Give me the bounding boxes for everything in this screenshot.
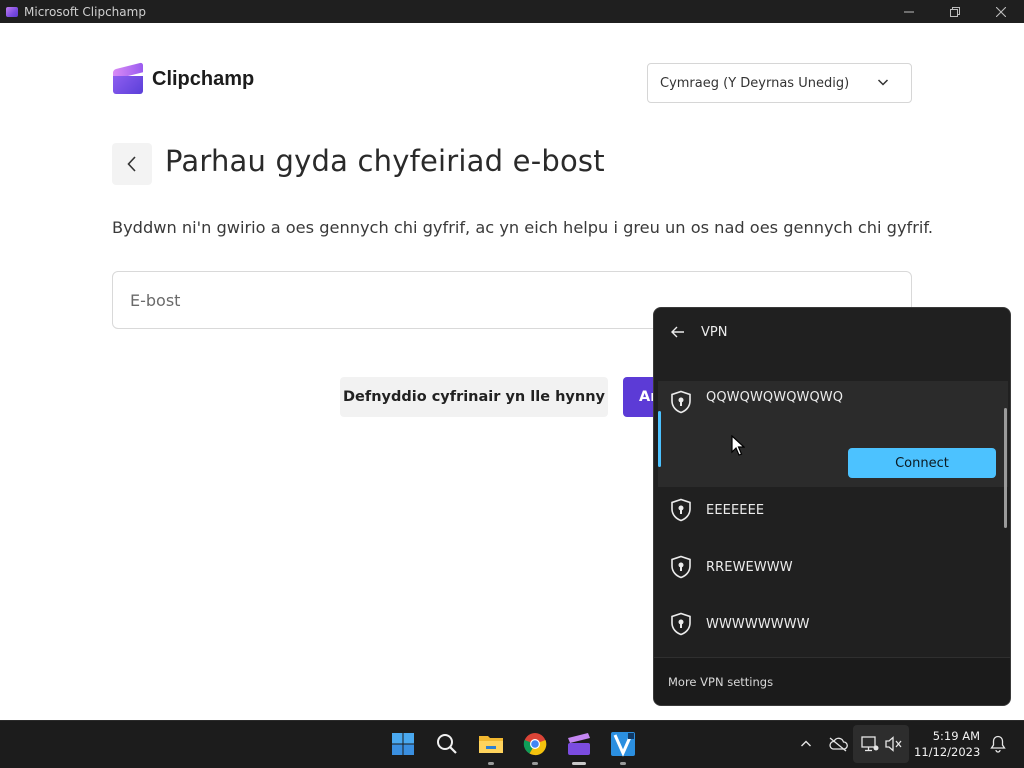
chevron-up-icon <box>801 740 811 747</box>
vpn-scrollbar[interactable] <box>1004 408 1007 528</box>
vpn-shield-icon <box>671 555 691 579</box>
vpn-shield-icon <box>671 498 691 522</box>
vpn-shield-icon <box>671 612 691 636</box>
close-icon <box>996 6 1006 17</box>
minimize-icon <box>904 11 914 12</box>
close-button[interactable] <box>978 0 1024 23</box>
quick-settings-button[interactable] <box>853 725 909 763</box>
file-explorer-button[interactable] <box>476 729 506 765</box>
clipchamp-app-icon <box>6 6 18 17</box>
restore-icon <box>950 6 960 17</box>
chevron-down-icon <box>877 79 889 86</box>
vpn-connection-item[interactable]: EEEEEEE <box>658 483 1008 537</box>
chevron-left-icon <box>127 156 136 172</box>
chrome-icon <box>523 733 547 756</box>
search-icon <box>437 734 457 754</box>
more-vpn-settings-link[interactable]: More VPN settings <box>668 675 773 689</box>
volume-muted-icon <box>885 736 902 752</box>
chrome-button[interactable] <box>520 729 550 765</box>
show-hidden-icons-button[interactable] <box>796 734 816 754</box>
mouse-cursor-icon <box>731 435 745 456</box>
start-button[interactable] <box>388 729 418 759</box>
movie-maker-icon <box>611 732 635 757</box>
vpn-header: VPN <box>654 308 1010 356</box>
use-password-button[interactable]: Defnyddio cyfrinair yn lle hynny <box>340 377 608 417</box>
clapperboard-icon <box>113 62 143 94</box>
language-selected: Cymraeg (Y Deyrnas Unedig) <box>660 75 850 91</box>
window-title: Microsoft Clipchamp <box>24 4 146 19</box>
vpn-shield-icon <box>671 390 691 414</box>
clipchamp-icon <box>568 733 590 755</box>
clock-date: 11/12/2023 <box>914 745 981 759</box>
back-button[interactable] <box>112 143 152 185</box>
video-editor-button[interactable] <box>608 729 638 765</box>
network-icon <box>861 736 879 752</box>
vpn-connection-name: RREWEWWW <box>706 559 793 575</box>
vpn-connection-name: EEEEEEE <box>706 502 765 518</box>
vpn-flyout: VPN QQWQWQWQWQWQ EEEEEEE RREWEWWW WWWWWW… <box>653 307 1011 706</box>
page-title: Parhau gyda chyfeiriad e-bost <box>165 144 605 178</box>
clipchamp-logo: Clipchamp <box>113 62 255 94</box>
brand-name: Clipchamp <box>152 67 255 90</box>
search-button[interactable] <box>432 729 462 759</box>
clock-time: 5:19 AM <box>932 729 980 743</box>
windows-start-icon <box>392 733 414 755</box>
minimize-button[interactable] <box>886 0 932 23</box>
vpn-title: VPN <box>701 324 728 340</box>
notifications-button[interactable] <box>988 734 1008 754</box>
window-title-bar: Microsoft Clipchamp <box>0 0 1024 23</box>
restore-button[interactable] <box>932 0 978 23</box>
taskbar-clock[interactable]: 5:19 AM 11/12/2023 <box>914 728 980 760</box>
selection-accent <box>658 411 661 467</box>
vpn-connection-name: WWWWWWWW <box>706 616 810 632</box>
onedrive-button[interactable] <box>828 734 848 754</box>
taskbar: 5:19 AM 11/12/2023 <box>0 720 1024 768</box>
vpn-footer: More VPN settings <box>654 657 1010 705</box>
vpn-connect-button[interactable]: Connect <box>848 448 996 478</box>
vpn-connection-item[interactable]: WWWWWWWW <box>658 597 1008 651</box>
file-explorer-icon <box>479 736 503 753</box>
vpn-connection-name: QQWQWQWQWQWQ <box>706 390 844 405</box>
language-dropdown[interactable]: Cymraeg (Y Deyrnas Unedig) <box>647 63 912 103</box>
bell-icon <box>990 735 1006 753</box>
cloud-offline-icon <box>829 737 848 752</box>
arrow-left-icon[interactable] <box>670 324 686 340</box>
vpn-connection-item[interactable]: RREWEWWW <box>658 540 1008 594</box>
clipchamp-taskbar-button[interactable] <box>564 729 594 765</box>
page-subtitle: Byddwn ni'n gwirio a oes gennych chi gyf… <box>112 218 934 237</box>
